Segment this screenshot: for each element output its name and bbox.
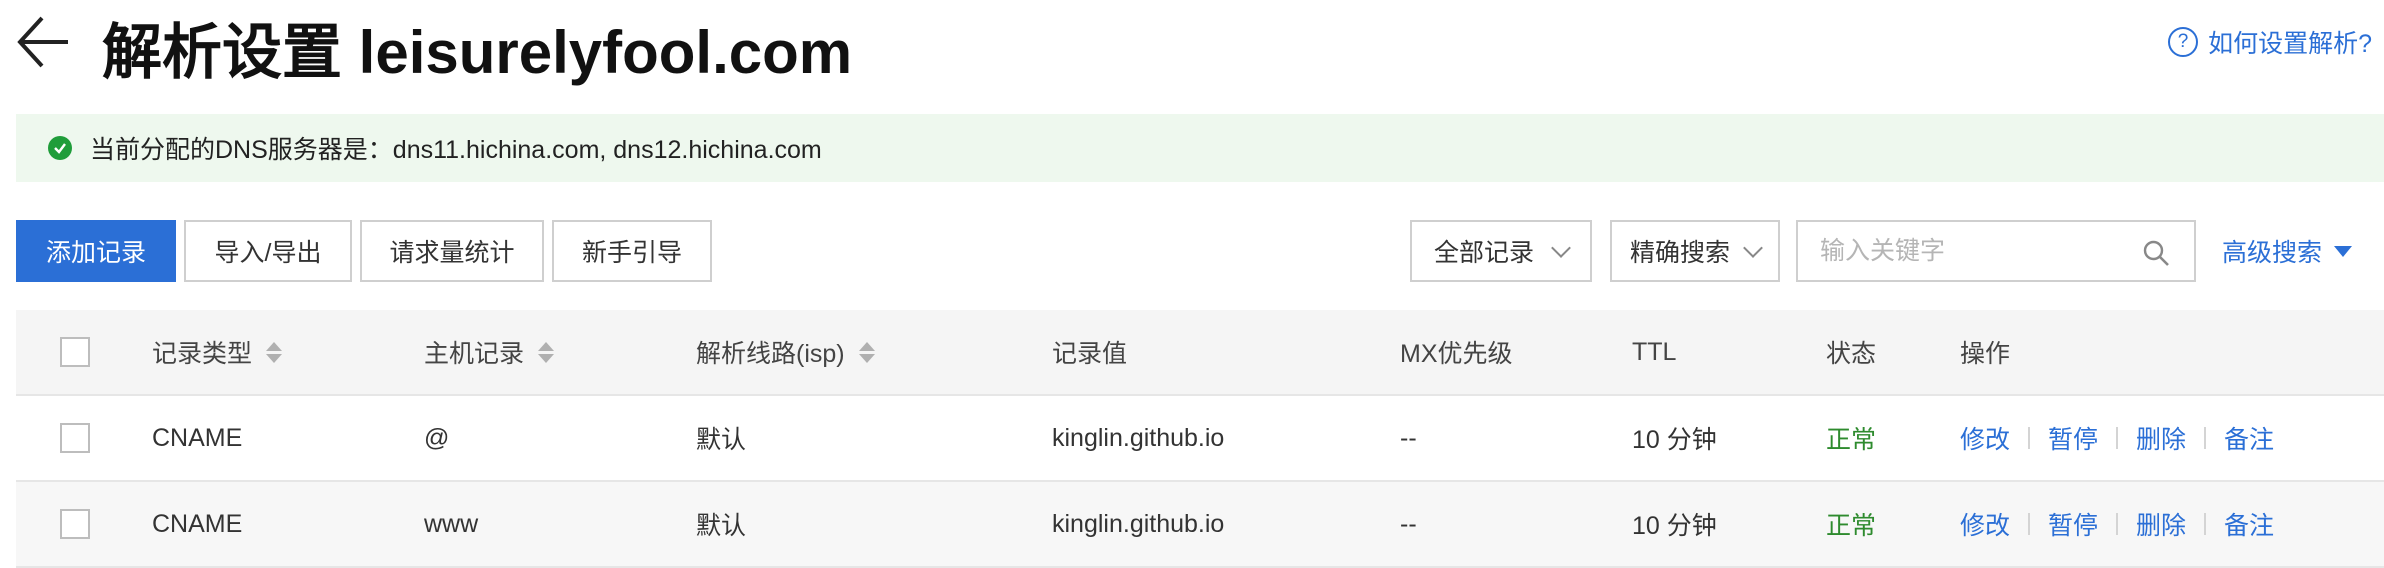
column-host: 主机记录: [424, 310, 555, 394]
status-badge: 正常: [1826, 426, 1877, 454]
row-actions: 修改 暂停 删除 备注: [1960, 396, 2274, 480]
record-type: CNAME: [152, 423, 243, 452]
column-type: 记录类型: [152, 310, 283, 394]
help-icon: ?: [2168, 27, 2199, 57]
keyword-search-input[interactable]: [1798, 235, 2122, 267]
record-mx: --: [1400, 423, 1417, 452]
dns-records-table: 记录类型 主机记录 解析线路(isp) 记录值 MX优先级 TTL 状态 操作 …: [16, 310, 2384, 568]
record-mx: --: [1400, 509, 1417, 538]
notice-text: 当前分配的DNS服务器是：dns11.hichina.com, dns12.hi…: [90, 136, 822, 164]
row-actions: 修改 暂停 删除 备注: [1960, 482, 2274, 566]
pause-link[interactable]: 暂停: [2048, 420, 2098, 456]
divider: [2116, 513, 2119, 535]
sort-icon[interactable]: [858, 341, 875, 363]
record-host: @: [424, 423, 450, 452]
column-status: 状态: [1826, 340, 1877, 368]
pause-link[interactable]: 暂停: [2048, 506, 2098, 542]
remark-link[interactable]: 备注: [2224, 506, 2274, 542]
divider: [2204, 427, 2207, 449]
divider: [2204, 513, 2207, 535]
record-filter-select[interactable]: 全部记录: [1410, 220, 1592, 282]
select-all-checkbox[interactable]: [60, 337, 90, 367]
column-value: 记录值: [1052, 340, 1128, 368]
import-export-button[interactable]: 导入/导出: [184, 220, 352, 282]
sort-icon[interactable]: [266, 341, 283, 363]
row-checkbox[interactable]: [60, 509, 90, 539]
chevron-down-icon: [1743, 238, 1763, 258]
record-ttl: 10 分钟: [1632, 512, 1717, 540]
record-filter-label: 全部记录: [1434, 239, 1535, 267]
page-title: 解析设置 leisurelyfool.com: [102, 19, 853, 86]
search-icon[interactable]: [2142, 239, 2170, 267]
sort-icon[interactable]: [538, 341, 555, 363]
page-header: 解析设置 leisurelyfool.com ? 如何设置解析?: [0, 0, 2384, 100]
back-arrow-icon[interactable]: [14, 14, 74, 70]
delete-link[interactable]: 删除: [2136, 420, 2186, 456]
column-ttl: TTL: [1632, 337, 1677, 366]
record-line: 默认: [696, 512, 747, 540]
column-type-label: 记录类型: [152, 340, 253, 368]
dns-notice-banner: 当前分配的DNS服务器是：dns11.hichina.com, dns12.hi…: [16, 114, 2384, 182]
record-ttl: 10 分钟: [1632, 426, 1717, 454]
search-mode-label: 精确搜索: [1630, 239, 1731, 267]
help-link[interactable]: ? 如何设置解析?: [2168, 24, 2372, 60]
beginner-guide-button[interactable]: 新手引导: [552, 220, 712, 282]
chevron-down-icon: [1551, 238, 1571, 258]
row-checkbox[interactable]: [60, 423, 90, 453]
record-value: kinglin.github.io: [1052, 423, 1225, 452]
check-circle-icon: [48, 136, 72, 160]
status-badge: 正常: [1826, 512, 1877, 540]
edit-link[interactable]: 修改: [1960, 420, 2010, 456]
column-line-label: 解析线路(isp): [696, 340, 845, 368]
record-value: kinglin.github.io: [1052, 509, 1225, 538]
delete-link[interactable]: 删除: [2136, 506, 2186, 542]
advanced-search-link[interactable]: 高级搜索: [2222, 220, 2353, 282]
request-stats-button[interactable]: 请求量统计: [360, 220, 544, 282]
record-type: CNAME: [152, 509, 243, 538]
search-mode-select[interactable]: 精确搜索: [1610, 220, 1780, 282]
toolbar: 添加记录 导入/导出 请求量统计 新手引导 全部记录 精确搜索 高级搜索: [16, 220, 2384, 284]
table-header: 记录类型 主机记录 解析线路(isp) 记录值 MX优先级 TTL 状态 操作: [16, 310, 2384, 396]
advanced-search-label: 高级搜索: [2222, 239, 2323, 267]
add-record-button[interactable]: 添加记录: [16, 220, 176, 282]
table-row: CNAME @ 默认 kinglin.github.io -- 10 分钟 正常…: [16, 396, 2384, 482]
record-host: www: [424, 509, 479, 538]
divider: [2028, 513, 2031, 535]
divider: [2116, 427, 2119, 449]
table-row: CNAME www 默认 kinglin.github.io -- 10 分钟 …: [16, 482, 2384, 568]
keyword-search-box: [1796, 220, 2196, 282]
remark-link[interactable]: 备注: [2224, 420, 2274, 456]
record-line: 默认: [696, 426, 747, 454]
column-host-label: 主机记录: [424, 340, 525, 368]
column-line: 解析线路(isp): [696, 310, 875, 394]
help-label: 如何设置解析?: [2208, 30, 2372, 58]
edit-link[interactable]: 修改: [1960, 506, 2010, 542]
column-mx: MX优先级: [1400, 340, 1513, 368]
divider: [2028, 427, 2031, 449]
column-ops: 操作: [1960, 340, 2011, 368]
caret-down-icon: [2334, 245, 2353, 257]
